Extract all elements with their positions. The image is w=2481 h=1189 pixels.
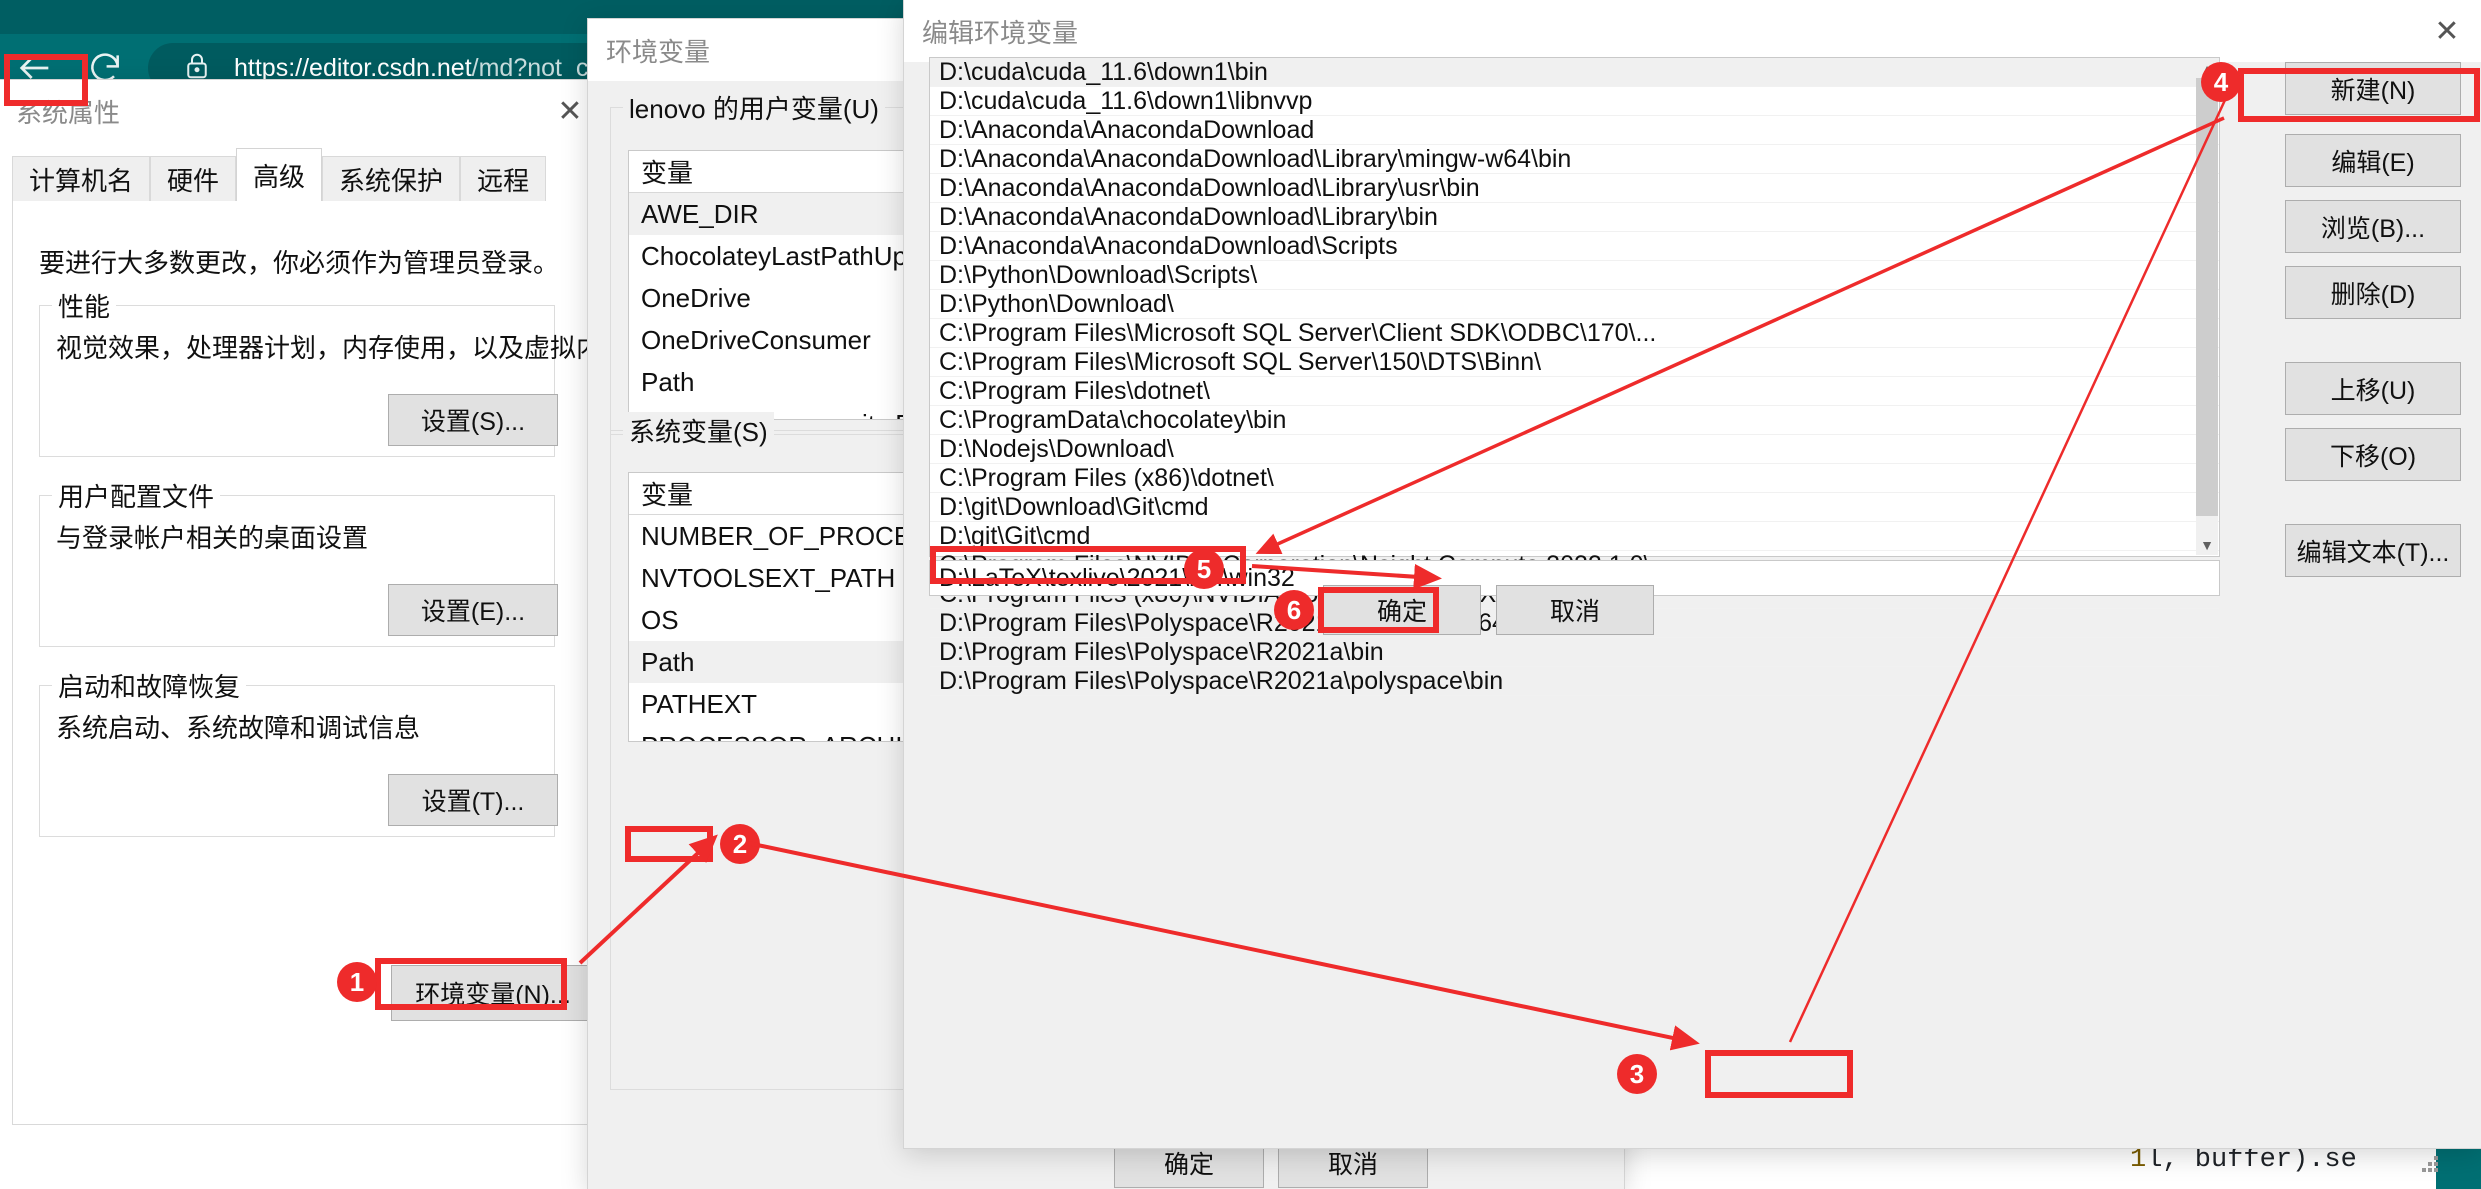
list-item[interactable]: D:\Anaconda\AnacondaDownload\Library\min…	[930, 145, 2219, 174]
path-edit-button[interactable]: 编辑(E)	[2285, 134, 2461, 187]
user-var-name: OneDrive	[629, 283, 919, 314]
advanced-tab-panel: 要进行大多数更改，你必须作为管理员登录。 性能 视觉效果，处理器计划，内存使用，…	[12, 201, 590, 1125]
list-item[interactable]: D:\Program Files\Polyspace\R2021a\polysp…	[930, 667, 2219, 696]
path-edit-text-button[interactable]: 编辑文本(T)...	[2285, 524, 2461, 577]
startup-recovery-description: 系统启动、系统故障和调试信息	[56, 708, 420, 745]
url-host: https://editor.csdn.net	[234, 54, 472, 82]
edit-environment-variable-dialog: 编辑环境变量 ✕ D:\cuda\cuda_11.6\down1\bin D:\…	[904, 0, 2481, 1148]
path-move-up-button[interactable]: 上移(U)	[2285, 362, 2461, 415]
list-item[interactable]: D:\Anaconda\AnacondaDownload	[930, 116, 2219, 145]
path-delete-button[interactable]: 删除(D)	[2285, 266, 2461, 319]
performance-settings-button[interactable]: 设置(S)...	[388, 394, 558, 446]
system-variables-group-label: 系统变量(S)	[623, 412, 774, 449]
list-item[interactable]: D:\git\Git\cmd	[930, 522, 2219, 551]
list-item[interactable]: C:\ProgramData\chocolatey\bin	[930, 406, 2219, 435]
system-var-name: Path	[629, 647, 919, 678]
edit-env-ok-button[interactable]: 确定	[1323, 585, 1481, 635]
resize-grip-icon	[2416, 1150, 2442, 1176]
list-item[interactable]: D:\Python\Download\	[930, 290, 2219, 319]
path-move-down-button[interactable]: 下移(O)	[2285, 428, 2461, 481]
close-icon[interactable]: ✕	[2413, 0, 2481, 62]
user-profiles-settings-button[interactable]: 设置(E)...	[388, 584, 558, 636]
list-item[interactable]: D:\Anaconda\AnacondaDownload\Library\usr…	[930, 174, 2219, 203]
step-badge-3: 3	[1617, 1054, 1657, 1094]
path-list[interactable]: D:\cuda\cuda_11.6\down1\bin D:\cuda\cuda…	[929, 57, 2220, 557]
system-var-name: NUMBER_OF_PROCESSORS	[629, 521, 919, 552]
admin-note: 要进行大多数更改，你必须作为管理员登录。	[39, 243, 559, 280]
startup-recovery-group-label: 启动和故障恢复	[52, 667, 246, 704]
step-badge-1: 1	[337, 962, 377, 1002]
performance-group-label: 性能	[52, 287, 116, 324]
tab-computer-name[interactable]: 计算机名	[12, 156, 150, 202]
user-var-name: OneDriveConsumer	[629, 325, 919, 356]
column-header-variable: 变量	[629, 473, 919, 514]
performance-group: 性能 视觉效果，处理器计划，内存使用，以及虚拟内存 设置(S)...	[39, 305, 555, 457]
system-properties-tabs: 计算机名 硬件 高级 系统保护 远程	[12, 148, 546, 202]
system-var-name: OS	[629, 605, 919, 636]
list-item[interactable]: D:\Program Files\Polyspace\R2021a\bin	[930, 638, 2219, 667]
user-variables-group-label: lenovo 的用户变量(U)	[623, 89, 885, 126]
list-item[interactable]: D:\cuda\cuda_11.6\down1\libnvvp	[930, 87, 2219, 116]
system-var-name: PROCESSOR_ARCHITECTU...	[629, 731, 919, 743]
environment-variables-button[interactable]: 环境变量(N)...	[391, 965, 595, 1021]
list-item[interactable]: C:\Program Files\dotnet\	[930, 377, 2219, 406]
list-item[interactable]: D:\git\Download\Git\cmd	[930, 493, 2219, 522]
tab-hardware[interactable]: 硬件	[150, 156, 236, 202]
list-item[interactable]: C:\Program Files\Microsoft SQL Server\Cl…	[930, 319, 2219, 348]
step-badge-4: 4	[2201, 62, 2241, 102]
path-browse-button[interactable]: 浏览(B)...	[2285, 200, 2461, 253]
startup-recovery-group: 启动和故障恢复 系统启动、系统故障和调试信息 设置(T)...	[39, 685, 555, 837]
step-badge-5: 5	[1184, 549, 1224, 589]
editor-code-fragment: 1l, buffer).se	[2130, 1145, 2357, 1175]
edit-env-cancel-button[interactable]: 取消	[1496, 585, 1654, 635]
user-var-name: AWE_DIR	[629, 199, 919, 230]
system-properties-titlebar: 系统属性	[0, 80, 604, 142]
edit-env-titlebar: 编辑环境变量	[904, 0, 2481, 62]
environment-variables-title: 环境变量	[606, 32, 710, 69]
edit-env-title: 编辑环境变量	[922, 13, 1078, 50]
system-var-name: PATHEXT	[629, 689, 919, 720]
scrollbar-thumb[interactable]	[2196, 78, 2218, 516]
list-item[interactable]: D:\Anaconda\AnacondaDownload\Scripts	[930, 232, 2219, 261]
list-item[interactable]: D:\cuda\cuda_11.6\down1\bin	[930, 58, 2219, 87]
startup-recovery-settings-button[interactable]: 设置(T)...	[388, 774, 558, 826]
user-profiles-description: 与登录帐户相关的桌面设置	[56, 518, 368, 555]
user-profiles-group: 用户配置文件 与登录帐户相关的桌面设置 设置(E)...	[39, 495, 555, 647]
list-item[interactable]: C:\Program Files\Microsoft SQL Server\15…	[930, 348, 2219, 377]
chevron-down-icon[interactable]: ▼	[2196, 535, 2218, 555]
column-header-variable: 变量	[629, 151, 919, 192]
code-text: l, buffer).se	[2146, 1145, 2357, 1175]
list-item[interactable]: D:\Python\Download\Scripts\	[930, 261, 2219, 290]
tab-remote[interactable]: 远程	[460, 156, 546, 202]
list-item[interactable]: D:\Nodejs\Download\	[930, 435, 2219, 464]
list-item[interactable]: C:\Program Files (x86)\dotnet\	[930, 464, 2219, 493]
system-var-name: NVTOOLSEXT_PATH	[629, 563, 919, 594]
step-badge-6: 6	[1274, 590, 1314, 630]
tab-advanced[interactable]: 高级	[236, 148, 322, 202]
user-profiles-group-label: 用户配置文件	[52, 477, 220, 514]
performance-description: 视觉效果，处理器计划，内存使用，以及虚拟内存	[56, 328, 628, 365]
system-properties-title: 系统属性	[16, 93, 120, 130]
user-var-name: ChocolateyLastPathUpdate	[629, 241, 919, 272]
list-item[interactable]: D:\Anaconda\AnacondaDownload\Library\bin	[930, 203, 2219, 232]
system-properties-dialog: 系统属性 ✕ 计算机名 硬件 高级 系统保护 远程 要进行大多数更改，你必须作为…	[0, 80, 604, 1189]
tab-system-protection[interactable]: 系统保护	[322, 156, 460, 202]
step-badge-2: 2	[720, 824, 760, 864]
user-var-name: Path	[629, 367, 919, 398]
code-line-number: 1	[2130, 1145, 2146, 1175]
path-new-button[interactable]: 新建(N)	[2285, 62, 2461, 115]
